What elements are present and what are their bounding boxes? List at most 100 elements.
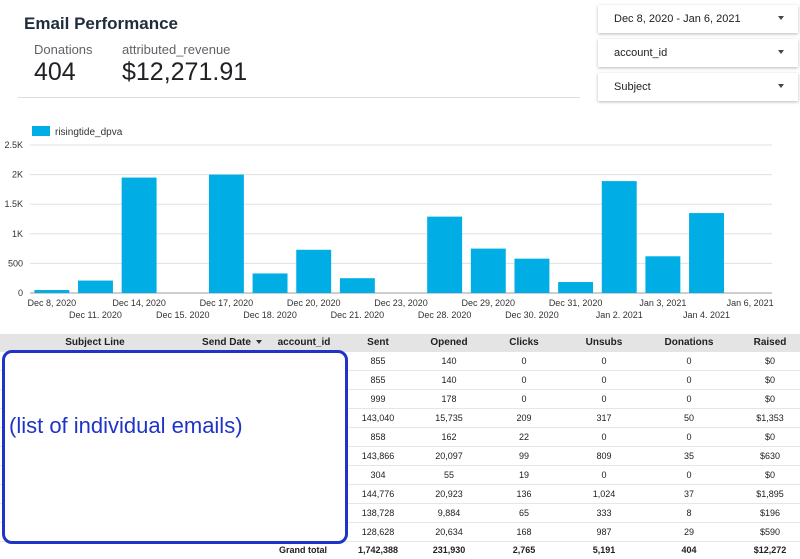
bar — [470, 248, 506, 293]
bar — [558, 282, 594, 293]
cell-opened: 9,884 — [437, 508, 461, 518]
bar — [514, 258, 550, 293]
col-opened[interactable]: Opened — [418, 334, 480, 352]
legend-label: risingtide_dpva — [55, 127, 123, 138]
revenue-label: attributed_revenue — [122, 42, 231, 57]
y-tick-label: 2K — [12, 170, 23, 180]
header-divider — [18, 97, 580, 98]
x-tick-label: Dec 29, 2020 — [462, 298, 516, 308]
cell-unsubs: 317 — [596, 413, 612, 423]
x-tick-label: Jan 6, 2021 — [727, 298, 774, 308]
cell-opened: 178 — [441, 394, 457, 404]
cell-donations: 8 — [686, 508, 692, 518]
cell-sent: 138,728 — [361, 508, 395, 518]
date-range-label: Dec 8, 2020 - Jan 6, 2021 — [614, 13, 741, 25]
account-id-filter-label: account_id — [614, 47, 668, 59]
annotation-text: (list of individual emails) — [9, 413, 243, 438]
x-tick-label: Dec 15, 2020 — [156, 310, 210, 318]
col-clicks[interactable]: Clicks — [494, 334, 554, 352]
y-tick-label: 0 — [18, 288, 23, 298]
cell-clicks: 168 — [516, 527, 532, 537]
bar-chart: risingtide_dpva 0 500 1K 1.5K 2K 2.5K Dec 8, 20… — [4, 126, 774, 318]
cell-unsubs: 0 — [601, 432, 607, 442]
cell-sent: 143,866 — [361, 451, 395, 461]
total-opened: 231,930 — [432, 545, 466, 555]
subject-filter-label: Subject — [614, 81, 651, 93]
cell-donations: 50 — [683, 413, 694, 423]
total-unsubs: 5,191 — [592, 545, 616, 555]
cell-clicks: 99 — [518, 451, 529, 461]
bar — [645, 256, 681, 293]
cell-opened: 140 — [441, 356, 457, 366]
cell-clicks: 65 — [518, 508, 529, 518]
cell-donations: 0 — [686, 394, 692, 404]
cell-clicks: 0 — [521, 375, 527, 385]
cell-donations: 35 — [683, 451, 694, 461]
cell-clicks: 0 — [521, 394, 527, 404]
y-tick-label: 500 — [8, 258, 23, 268]
x-tick-label: Dec 20, 2020 — [287, 298, 341, 308]
cell-raised: $1,895 — [756, 489, 784, 499]
total-sent: 1,742,388 — [357, 545, 399, 555]
cell-opened: 55 — [443, 470, 454, 480]
cell-donations: 0 — [686, 356, 692, 366]
cell-unsubs: 333 — [596, 508, 612, 518]
col-raised[interactable]: Raised — [742, 334, 798, 352]
cell-sent: 128,628 — [361, 527, 395, 537]
cell-opened: 162 — [441, 432, 457, 442]
cell-sent: 855 — [370, 356, 386, 366]
cell-sent: 143,040 — [361, 413, 395, 423]
page-title: Email Performance — [24, 14, 179, 33]
x-tick-label: Jan 2, 2021 — [596, 310, 643, 318]
col-sent[interactable]: Sent — [348, 334, 408, 352]
cell-donations: 29 — [683, 527, 694, 537]
cell-opened: 20,634 — [435, 527, 463, 537]
bar — [121, 177, 157, 293]
x-tick-label: Dec 14, 2020 — [112, 298, 166, 308]
cell-unsubs: 0 — [601, 375, 607, 385]
donations-scorecard: Donations 404 — [34, 42, 93, 87]
cell-raised: $0 — [764, 375, 775, 385]
cell-sent: 304 — [370, 470, 386, 480]
grand-total-label: Grand total — [278, 545, 327, 555]
cell-clicks: 209 — [516, 413, 532, 423]
bar — [34, 290, 70, 293]
bar — [208, 174, 244, 293]
bar — [78, 280, 113, 293]
bar — [339, 278, 375, 293]
x-tick-label: Dec 8, 2020 — [28, 298, 77, 308]
cell-donations: 0 — [686, 375, 692, 385]
cell-clicks: 136 — [516, 489, 532, 499]
cell-unsubs: 809 — [596, 451, 612, 461]
donations-value: 404 — [34, 58, 76, 86]
x-tick-label: Dec 17, 2020 — [200, 298, 254, 308]
cell-unsubs: 0 — [601, 394, 607, 404]
chevron-down-icon — [778, 16, 784, 20]
x-tick-label: Jan 4, 2021 — [683, 310, 730, 318]
revenue-value: $12,271.91 — [122, 58, 248, 86]
x-tick-label: Dec 11, 2020 — [69, 310, 122, 318]
y-tick-label: 1K — [12, 229, 23, 239]
subject-filter[interactable]: Subject — [598, 73, 798, 101]
cell-raised: $0 — [764, 394, 775, 404]
chevron-down-icon — [778, 50, 784, 54]
annotation-box: (list of individual emails) — [2, 350, 348, 544]
date-range-filter[interactable]: Dec 8, 2020 - Jan 6, 2021 — [598, 5, 798, 33]
cell-donations: 0 — [686, 470, 692, 480]
total-donations: 404 — [681, 545, 697, 555]
y-tick-label: 2.5K — [4, 140, 23, 150]
total-raised: $12,272 — [753, 545, 787, 555]
cell-unsubs: 987 — [596, 527, 612, 537]
cell-sent: 858 — [370, 432, 386, 442]
table-grand-total: Grand total 1,742,388 231,930 2,765 5,19… — [0, 542, 800, 559]
total-clicks: 2,765 — [512, 545, 536, 555]
x-tick-label: Jan 3, 2021 — [639, 298, 686, 308]
cell-donations: 37 — [683, 489, 694, 499]
col-donations[interactable]: Donations — [654, 334, 724, 352]
col-unsubs[interactable]: Unsubs — [574, 334, 634, 352]
cell-clicks: 19 — [518, 470, 529, 480]
bar — [427, 216, 463, 293]
cell-sent: 144,776 — [361, 489, 395, 499]
account-id-filter[interactable]: account_id — [598, 39, 798, 67]
bar — [601, 181, 637, 293]
